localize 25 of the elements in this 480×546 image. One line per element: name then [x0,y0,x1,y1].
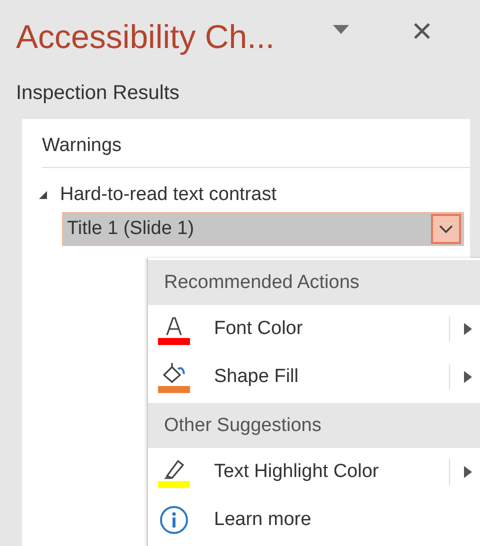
paint-bucket-icon [158,361,190,393]
chevron-down-icon [439,224,453,234]
tree-item[interactable]: Hard-to-read text contrast [60,184,276,206]
section-label: Inspection Results [16,82,180,105]
menu-section-header: Other Suggestions [148,403,480,448]
pane-title: Accessibility Ch... [16,18,275,56]
menu-item[interactable]: Font Color [148,305,480,353]
expander-icon[interactable] [38,190,48,200]
info-icon [158,504,190,536]
menu-item[interactable]: Learn more [148,496,480,544]
dropdown-arrow-icon[interactable] [332,25,349,35]
menu-item[interactable]: Text Highlight Color [148,448,480,496]
close-icon[interactable] [412,22,431,40]
dropdown-button[interactable] [431,214,461,244]
menu-item[interactable]: Shape Fill [148,353,480,401]
submenu-arrow-icon [464,323,472,335]
menu-section-header: Recommended Actions [148,260,480,305]
results-heading: Warnings [42,135,122,156]
submenu-arrow-icon [464,371,472,383]
menu-item-label: Learn more [214,509,312,531]
menu-item-label: Text Highlight Color [214,461,379,483]
tree-item[interactable]: Title 1 (Slide 1) [62,212,464,246]
submenu-arrow-icon [464,466,472,478]
menu-item-label: Font Color [214,318,303,340]
menu-item-label: Shape Fill [214,366,298,388]
